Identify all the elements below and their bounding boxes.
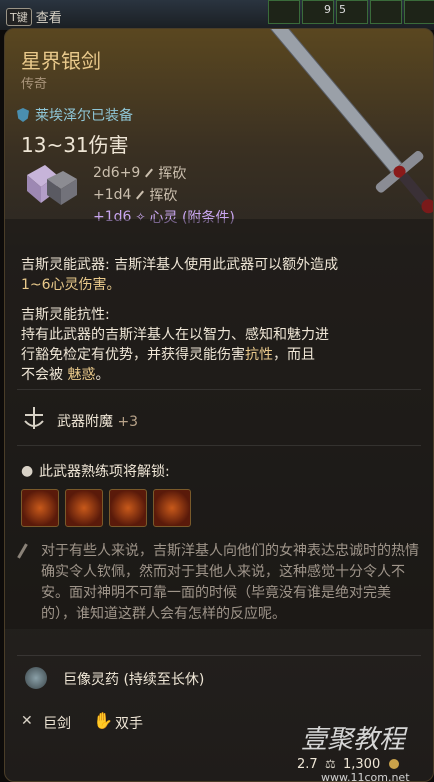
equipped-label: 莱埃泽尔已装备 bbox=[35, 108, 133, 124]
weapon-enchantment: 武器附魔 +3 bbox=[57, 411, 138, 431]
keyword-resistance[interactable]: 抗性 bbox=[245, 347, 273, 363]
watermark-url: www.11com.net bbox=[321, 771, 410, 782]
item-tooltip: 星界银剑 传奇 莱埃泽尔已装备 13~31伤害 2d6+9 挥砍 +1d4 挥砍… bbox=[4, 28, 434, 782]
damage-dice: 2d6+9 bbox=[93, 165, 141, 181]
divider bbox=[17, 389, 421, 390]
damage-type: 挥砍 bbox=[158, 166, 187, 182]
property-title: 吉斯灵能抗性: bbox=[21, 307, 110, 323]
inventory-slot[interactable]: 5 bbox=[336, 0, 368, 24]
greatsword-icon: ✕ bbox=[21, 713, 33, 729]
damage-dice: +1d4 bbox=[93, 187, 132, 203]
property-body: 行豁免检定有优势，并获得灵能伤害 bbox=[21, 347, 245, 363]
two-handed-icon: ✋ bbox=[93, 711, 113, 730]
examine-hint[interactable]: T键 查看 bbox=[6, 7, 62, 26]
gith-resistance-desc: 吉斯灵能抗性: 持有此武器的吉斯洋基人在以智力、感知和魅力进 行豁免检定有优势，… bbox=[21, 305, 417, 385]
watermark-title: 壹聚教程 bbox=[301, 725, 406, 755]
slash-icon bbox=[136, 190, 145, 200]
enchantment-value: +3 bbox=[117, 414, 139, 430]
damage-total: 13~31伤害 bbox=[21, 133, 129, 157]
inventory-slot[interactable] bbox=[370, 0, 402, 24]
lightbulb-icon: ● bbox=[21, 463, 34, 479]
keyword-charmed[interactable]: 魅惑 bbox=[67, 367, 95, 383]
top-inventory-bar: T键 查看 9 5 bbox=[0, 0, 434, 30]
enchantment-label: 武器附魔 bbox=[57, 414, 113, 430]
t-key-badge: T键 bbox=[6, 7, 32, 26]
item-price: 1,300 bbox=[343, 757, 381, 772]
weapon-action-icon[interactable] bbox=[109, 489, 147, 527]
divider bbox=[17, 445, 421, 446]
damage-type: 挥砍 bbox=[149, 188, 178, 204]
property-body: 吉斯洋基人使用此武器可以额外造成 bbox=[114, 257, 339, 273]
handedness: 双手 bbox=[115, 716, 143, 732]
property-body: 。 bbox=[95, 367, 110, 383]
weapon-action-icon[interactable] bbox=[65, 489, 103, 527]
item-weight: 2.7 bbox=[297, 757, 318, 772]
dice-icon bbox=[27, 165, 77, 205]
slot-count: 9 bbox=[324, 3, 331, 16]
slash-icon bbox=[145, 168, 154, 178]
proficiency-unlock-label: 此武器熟练项将解锁: bbox=[39, 464, 170, 480]
divider bbox=[17, 655, 421, 656]
property-highlight: 1~6心灵伤害。 bbox=[21, 277, 121, 293]
enchantment-icon bbox=[24, 407, 44, 429]
examine-label: 查看 bbox=[35, 11, 62, 26]
inventory-slot[interactable]: 9 bbox=[302, 0, 334, 24]
elixir-effect: 巨像灵药 (持续至长休) bbox=[63, 672, 205, 688]
gold-coin-icon bbox=[389, 759, 399, 769]
equipped-status: 莱埃泽尔已装备 bbox=[17, 105, 133, 125]
item-name: 星界银剑 bbox=[21, 49, 101, 73]
potion-icon bbox=[25, 667, 47, 689]
weight-icon: ⚖ bbox=[325, 757, 336, 771]
slot-count: 5 bbox=[339, 3, 346, 16]
flavor-text: 对于有些人来说，吉斯洋基人向他们的女神表达忠诚时的热情确实令人钦佩，然而对于其他… bbox=[41, 543, 419, 622]
shield-icon bbox=[17, 108, 29, 122]
property-body: ，而且 bbox=[273, 347, 315, 363]
property-body: 持有此武器的吉斯洋基人在以智力、感知和魅力进 bbox=[21, 327, 329, 343]
weapon-action-icon[interactable] bbox=[153, 489, 191, 527]
property-title: 吉斯灵能武器: bbox=[21, 257, 110, 273]
weapon-type: 巨剑 bbox=[43, 716, 71, 732]
property-body: 不会被 bbox=[21, 367, 68, 383]
sword-illustration bbox=[268, 29, 433, 214]
weapon-action-icon[interactable] bbox=[21, 489, 59, 527]
item-rarity: 传奇 bbox=[21, 77, 48, 92]
inventory-slot[interactable] bbox=[404, 0, 434, 24]
damage-line: 2d6+9 挥砍 bbox=[93, 163, 186, 183]
inventory-slot[interactable] bbox=[268, 0, 300, 24]
gith-weapon-desc: 吉斯灵能武器: 吉斯洋基人使用此武器可以额外造成 1~6心灵伤害。 bbox=[21, 255, 417, 295]
damage-line: +1d4 挥砍 bbox=[93, 185, 177, 205]
